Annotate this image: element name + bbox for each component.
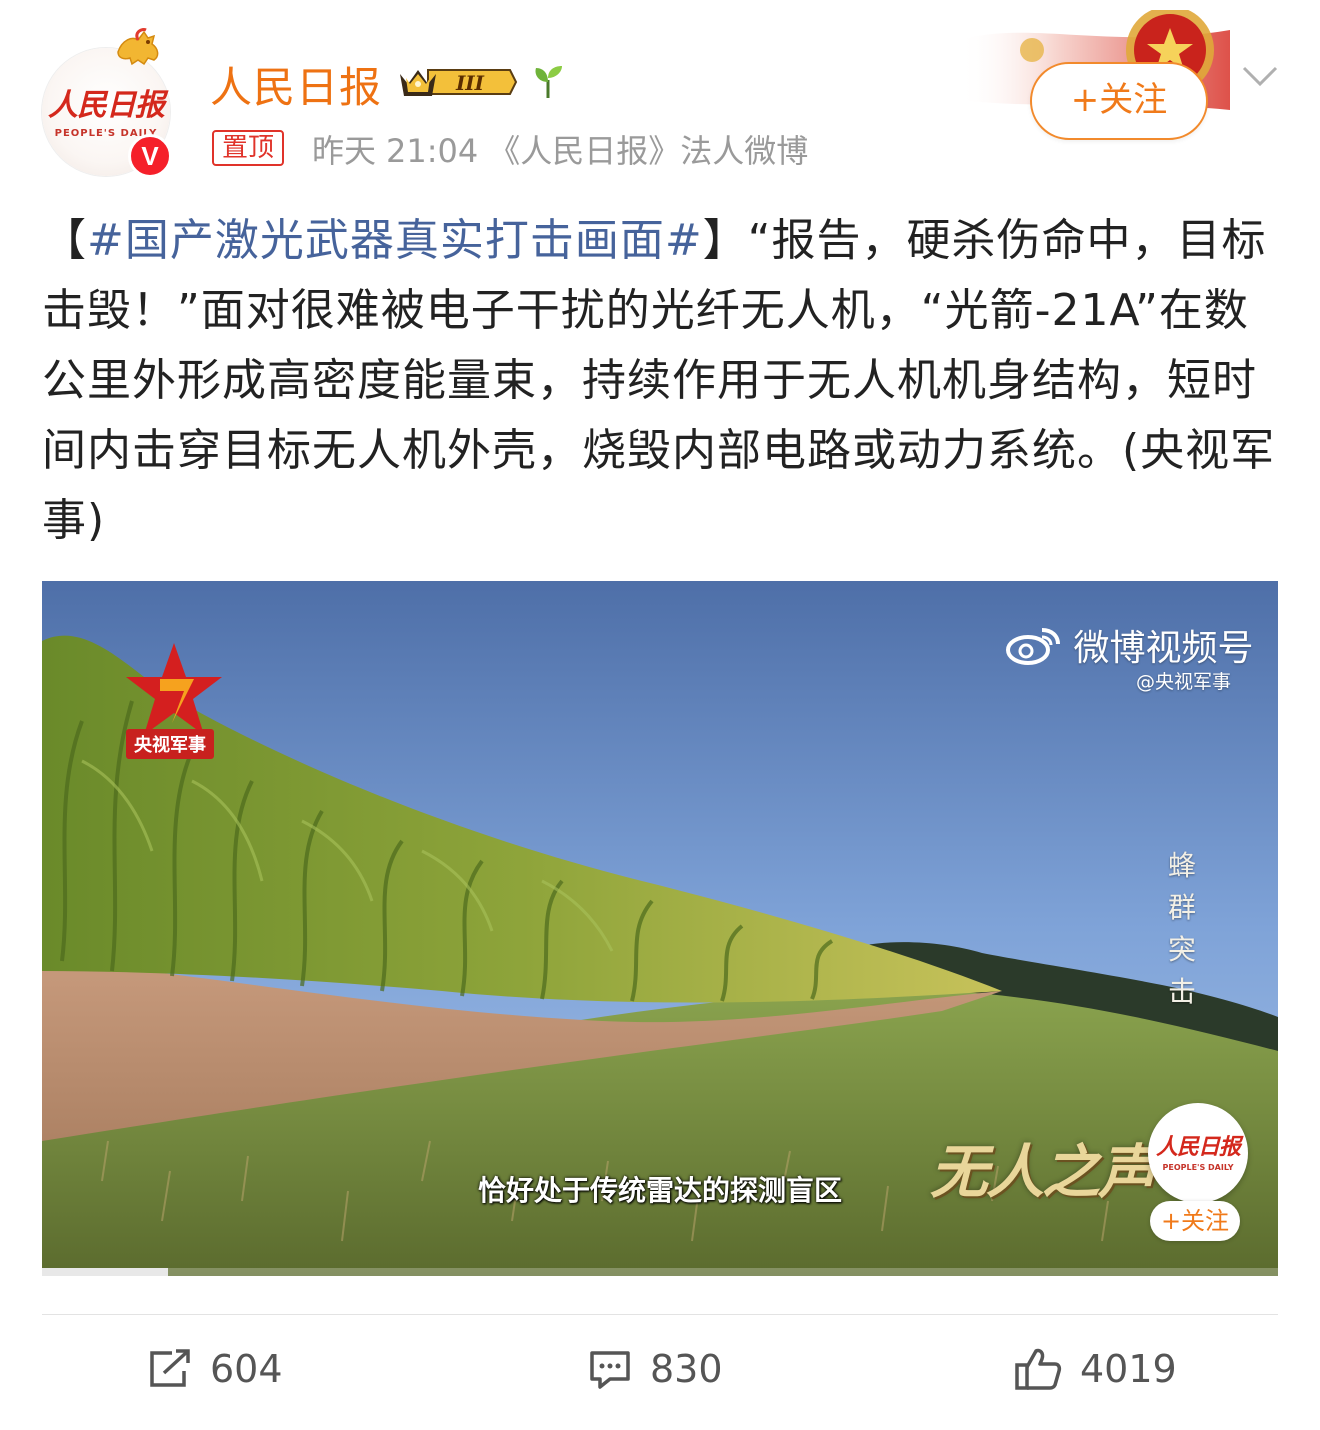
horse-decoration-icon: [117, 28, 159, 66]
vertical-caption: 蜂 群 突 击: [1162, 845, 1202, 1013]
comment-button[interactable]: 830: [588, 1342, 723, 1396]
video-brand-text: 微博视频号: [1073, 628, 1254, 669]
video-channel-logo-sub: PEOPLE'S DAILY: [1162, 1163, 1234, 1172]
weibo-icon: [1006, 628, 1060, 665]
avatar-logo-text: 人民日报: [48, 88, 165, 123]
svg-text:III: III: [455, 71, 485, 95]
follow-button[interactable]: +关注: [1030, 62, 1208, 140]
post-day: 昨天: [312, 132, 377, 170]
video-channel-logo-text: 人民日报: [1155, 1134, 1241, 1160]
vertical-caption-char: 击: [1167, 975, 1196, 1008]
post-text: 【#国产激光武器真实打击画面#】“报告，硬杀伤命中，目标击毁！”面对很难被电子干…: [42, 206, 1282, 556]
cctv-logo-label: 央视军事: [126, 729, 214, 759]
post-source: 《人民日报》法人微博: [488, 132, 809, 170]
comment-count: 830: [650, 1347, 723, 1391]
like-count: 4019: [1080, 1347, 1177, 1391]
pinned-tag: 置顶: [212, 130, 285, 166]
like-icon: [1015, 1348, 1062, 1390]
action-divider: [42, 1314, 1278, 1315]
video-channel-avatar[interactable]: 人民日报 PEOPLE'S DAILY: [1148, 1103, 1248, 1203]
video-subtitle: 恰好处于传统雷达的探测盲区: [477, 1174, 842, 1207]
repost-icon: [150, 1349, 190, 1387]
vertical-caption-char: 突: [1167, 933, 1196, 966]
video-player[interactable]: 央视军事 微博视频号 @央视军事 蜂 群 突 击 无人之声 恰好处于传统雷达的探…: [42, 581, 1278, 1276]
comment-icon: [590, 1351, 630, 1389]
video-progress-fill: [42, 1268, 169, 1276]
crown-icon[interactable]: III: [398, 62, 518, 102]
video-follow-button[interactable]: +关注: [1150, 1201, 1240, 1241]
verified-badge: V: [128, 134, 172, 178]
bracket-close: 】: [702, 215, 748, 266]
weibo-video-brand: 微博视频号: [1004, 619, 1253, 671]
post-time: 21:04: [386, 132, 479, 170]
cctv-star-logo-icon: [126, 643, 222, 735]
like-button[interactable]: 4019: [1014, 1342, 1177, 1396]
sprout-icon: [535, 66, 562, 98]
repost-count: 604: [210, 1347, 283, 1391]
post-meta: 昨天 21:04 《人民日报》法人微博: [312, 126, 808, 172]
hashtag-link[interactable]: #国产激光武器真实打击画面#: [87, 215, 703, 266]
repost-button[interactable]: 604: [148, 1342, 283, 1396]
video-handle: @央视军事: [1136, 671, 1232, 693]
chevron-down-icon[interactable]: [1240, 62, 1280, 90]
video-progress-track[interactable]: [42, 1268, 1278, 1276]
vertical-caption-char: 群: [1167, 891, 1196, 924]
vertical-caption-char: 蜂: [1167, 849, 1196, 882]
bracket-open: 【: [42, 215, 87, 266]
account-name[interactable]: 人民日报: [210, 54, 382, 115]
